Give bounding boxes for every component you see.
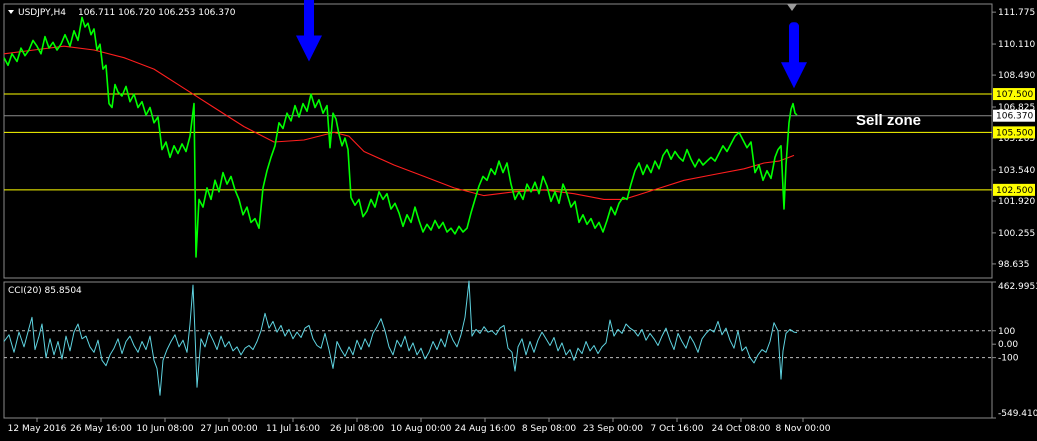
- cci-tick-label: 462.9953: [998, 282, 1037, 292]
- price-axis: 111.775110.110108.490106.825105.205103.5…: [992, 8, 1035, 270]
- time-tick-label: 10 Aug 00:00: [391, 424, 452, 434]
- level-tag-label: 105.500: [996, 128, 1033, 138]
- price-tick-label: 110.110: [998, 40, 1035, 50]
- cci-label: CCI(20) 85.8504: [8, 286, 82, 296]
- time-tick-label: 8 Sep 08:00: [522, 424, 577, 434]
- price-tick-label: 100.255: [998, 229, 1035, 239]
- ohlc-quote: 106.711 106.720 106.253 106.370: [78, 8, 236, 18]
- time-tick-label: 8 Nov 00:00: [776, 424, 831, 434]
- price-tick-label: 98.635: [998, 260, 1030, 270]
- level-tag-label: 102.500: [996, 186, 1033, 196]
- time-tick-label: 27 Jun 00:00: [200, 424, 257, 434]
- price-tick-label: 101.920: [998, 197, 1035, 207]
- price-tick-label: 103.540: [998, 166, 1035, 176]
- time-tick-label: 24 Aug 16:00: [455, 424, 516, 434]
- bid-price-label: 106.370: [996, 112, 1033, 122]
- cci-tick-label: -549.4102: [998, 409, 1037, 419]
- chart-background: [0, 0, 1037, 441]
- time-tick-label: 7 Oct 16:00: [651, 424, 704, 434]
- cci-tick-label: 100: [998, 327, 1015, 337]
- level-tag-label: 107.500: [996, 90, 1033, 100]
- time-tick-label: 24 Oct 08:00: [712, 424, 771, 434]
- time-tick-label: 23 Sep 00:00: [583, 424, 643, 434]
- sell-zone-annotation: Sell zone: [856, 112, 921, 129]
- price-tick-label: 108.490: [998, 71, 1035, 81]
- price-tick-label: 111.775: [998, 8, 1035, 18]
- time-tick-label: 26 May 16:00: [70, 424, 132, 434]
- time-tick-label: 12 May 2016: [8, 424, 67, 434]
- trading-chart[interactable]: 111.775110.110108.490106.825105.205103.5…: [0, 0, 1037, 441]
- time-tick-label: 26 Jul 08:00: [330, 424, 384, 434]
- symbol-timeframe: USDJPY,H4: [18, 8, 66, 18]
- cci-tick-label: 0.00: [998, 340, 1018, 350]
- time-tick-label: 10 Jun 08:00: [136, 424, 193, 434]
- time-tick-label: 11 Jul 16:00: [266, 424, 320, 434]
- cci-tick-label: -100: [998, 354, 1019, 364]
